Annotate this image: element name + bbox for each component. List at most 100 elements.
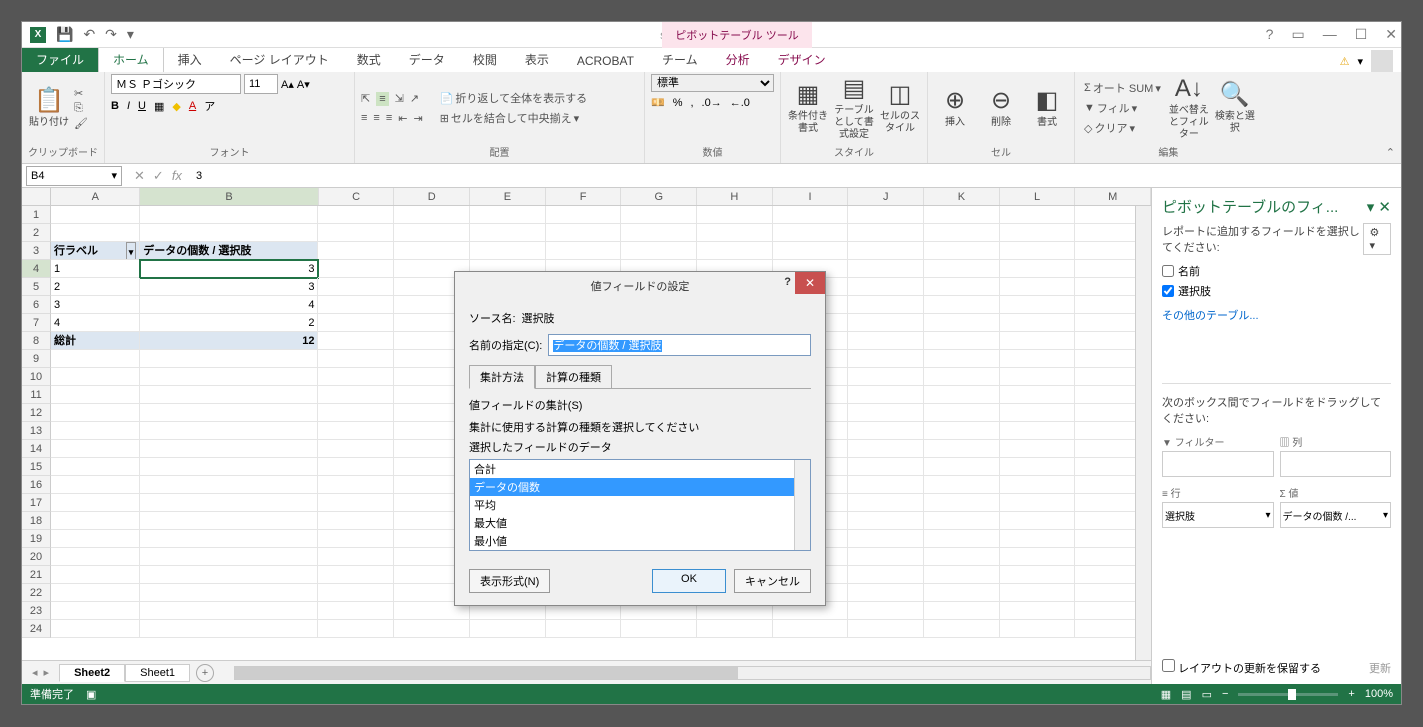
clear-button[interactable]: ◇ クリア ▾	[1081, 119, 1164, 137]
indent-decrease-icon[interactable]: ⇤	[398, 112, 407, 125]
cell[interactable]	[51, 206, 140, 224]
cell[interactable]	[140, 206, 318, 224]
cell[interactable]	[1000, 602, 1076, 620]
cell[interactable]	[924, 332, 1000, 350]
other-tables-link[interactable]: その他のテーブル...	[1162, 307, 1391, 323]
cell[interactable]	[394, 620, 470, 638]
cell[interactable]	[924, 584, 1000, 602]
defer-layout-checkbox[interactable]: レイアウトの更新を保留する	[1162, 659, 1321, 676]
cell[interactable]	[470, 242, 546, 260]
col-header-C[interactable]: C	[319, 188, 395, 205]
cell[interactable]	[697, 620, 773, 638]
add-sheet-button[interactable]: +	[196, 664, 214, 682]
cell[interactable]	[924, 458, 1000, 476]
cell[interactable]	[140, 548, 318, 566]
phonetic-icon[interactable]: ア	[204, 98, 215, 114]
decrease-font-icon[interactable]: A▾	[297, 78, 310, 91]
merge-center-button[interactable]: ⊞ セルを結合して中央揃え ▾	[437, 109, 590, 127]
cell[interactable]	[318, 350, 394, 368]
cell[interactable]	[848, 584, 924, 602]
cell[interactable]	[848, 278, 924, 296]
cell[interactable]	[51, 476, 140, 494]
cell[interactable]	[140, 584, 318, 602]
cell[interactable]	[1000, 494, 1076, 512]
cell[interactable]	[773, 620, 849, 638]
cell[interactable]	[924, 566, 1000, 584]
format-cells-button[interactable]: ◧書式	[1026, 76, 1068, 140]
cell[interactable]	[848, 314, 924, 332]
cell[interactable]	[848, 602, 924, 620]
close-icon[interactable]: ✕	[1385, 26, 1397, 43]
cell[interactable]	[51, 494, 140, 512]
zoom-level[interactable]: 100%	[1365, 688, 1393, 700]
col-header-H[interactable]: H	[697, 188, 773, 205]
row-header[interactable]: 18	[22, 512, 51, 530]
row-header[interactable]: 23	[22, 602, 51, 620]
cell[interactable]	[140, 386, 318, 404]
cell[interactable]	[1000, 422, 1076, 440]
summary-option[interactable]: 平均	[470, 496, 810, 514]
cell[interactable]	[621, 224, 697, 242]
row-header[interactable]: 8	[22, 332, 51, 350]
currency-icon[interactable]: 💴	[651, 96, 665, 109]
number-format-button[interactable]: 表示形式(N)	[469, 569, 550, 593]
name-box[interactable]: B4▾	[26, 166, 122, 186]
tab-design[interactable]: デザイン	[764, 47, 840, 72]
cell[interactable]	[318, 620, 394, 638]
summary-option[interactable]: 最小値	[470, 532, 810, 550]
zone-filter-box[interactable]	[1162, 451, 1274, 477]
ribbon-display-icon[interactable]: ▭	[1291, 26, 1304, 43]
cell[interactable]	[848, 296, 924, 314]
fill-color-icon[interactable]: ◆	[172, 100, 180, 113]
comma-icon[interactable]: ,	[690, 97, 693, 109]
cell[interactable]	[51, 350, 140, 368]
cell[interactable]	[848, 548, 924, 566]
col-header-E[interactable]: E	[470, 188, 546, 205]
col-header-A[interactable]: A	[51, 188, 140, 205]
cell[interactable]	[848, 476, 924, 494]
dropdown-icon[interactable]: ▾	[1357, 55, 1363, 68]
cell[interactable]	[1000, 476, 1076, 494]
cell[interactable]	[1000, 566, 1076, 584]
cell[interactable]	[848, 494, 924, 512]
cell[interactable]	[318, 260, 394, 278]
dialog-close-button[interactable]: ✕	[795, 272, 825, 294]
row-header[interactable]: 3	[22, 242, 51, 260]
cell-styles-button[interactable]: ◫セルのスタイル	[879, 76, 921, 140]
update-button[interactable]: 更新	[1369, 660, 1391, 676]
cell[interactable]	[51, 620, 140, 638]
tab-team[interactable]: チーム	[648, 47, 712, 72]
italic-button[interactable]: I	[127, 100, 130, 112]
enter-formula-icon[interactable]: ✓	[153, 168, 164, 184]
cell[interactable]	[848, 242, 924, 260]
cell[interactable]	[848, 332, 924, 350]
cell[interactable]	[1000, 260, 1076, 278]
row-header[interactable]: 6	[22, 296, 51, 314]
cell[interactable]	[848, 260, 924, 278]
cell[interactable]	[470, 206, 546, 224]
cell[interactable]: 3	[51, 296, 140, 314]
cell[interactable]	[318, 224, 394, 242]
macro-record-icon[interactable]: ▣	[86, 688, 96, 701]
cell[interactable]	[848, 404, 924, 422]
summary-function-list[interactable]: 合計データの個数平均最大値最小値積	[469, 459, 811, 551]
tab-page-layout[interactable]: ページ レイアウト	[216, 47, 343, 72]
cell[interactable]	[318, 314, 394, 332]
cell[interactable]	[924, 386, 1000, 404]
cell[interactable]	[848, 386, 924, 404]
cell[interactable]	[1000, 548, 1076, 566]
cell[interactable]	[51, 530, 140, 548]
cell[interactable]	[140, 602, 318, 620]
cell[interactable]	[848, 530, 924, 548]
cell[interactable]	[1000, 242, 1076, 260]
cell[interactable]: 3	[140, 260, 318, 278]
row-header[interactable]: 13	[22, 422, 51, 440]
wrap-text-button[interactable]: 📄 折り返して全体を表示する	[437, 89, 590, 107]
cell[interactable]	[848, 620, 924, 638]
tab-file[interactable]: ファイル	[22, 47, 98, 72]
cell[interactable]	[140, 476, 318, 494]
underline-button[interactable]: U	[138, 100, 146, 112]
row-header[interactable]: 4	[22, 260, 51, 278]
sort-filter-button[interactable]: A↓並べ替えとフィルター	[1168, 76, 1210, 140]
cell[interactable]	[318, 404, 394, 422]
